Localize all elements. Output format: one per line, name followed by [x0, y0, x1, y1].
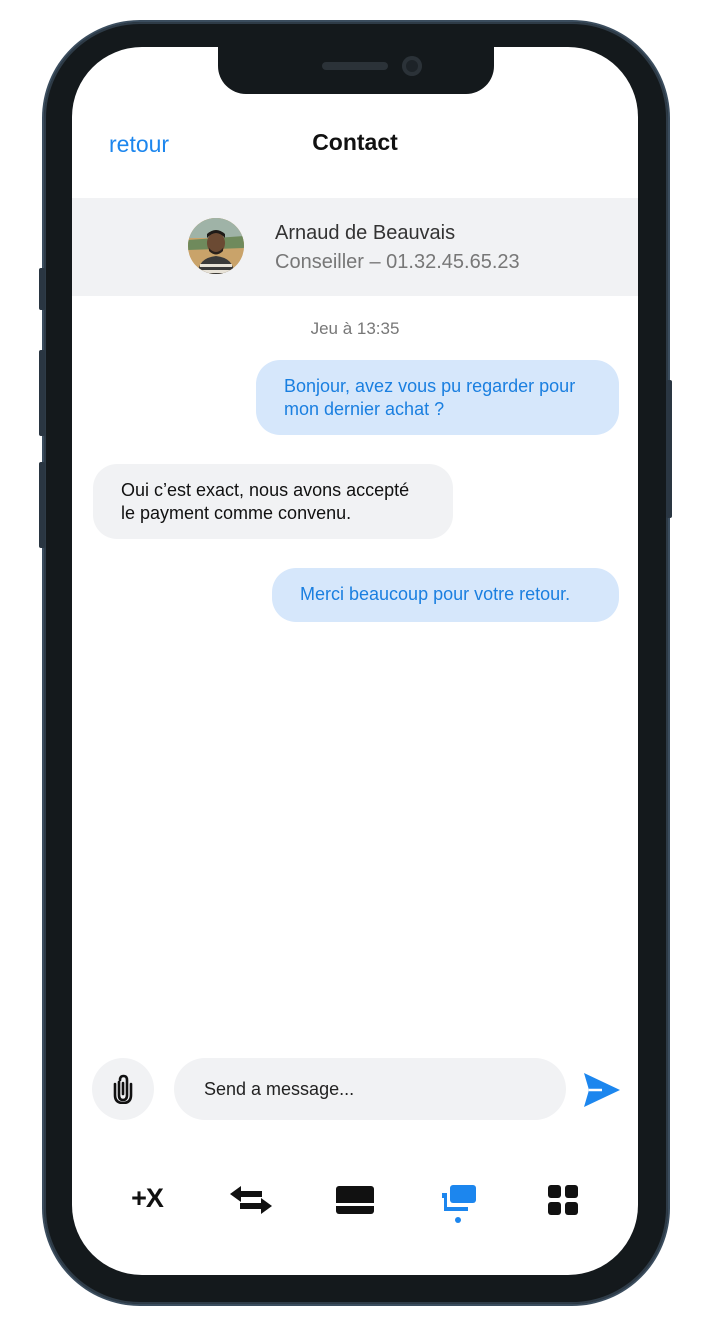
- active-tab-indicator: [455, 1217, 461, 1223]
- avatar: [188, 218, 244, 274]
- tab-messages[interactable]: [429, 1177, 489, 1233]
- mute-switch: [39, 268, 45, 310]
- message-bubble-incoming: Oui c’est exact, nous avons accepté le p…: [93, 464, 453, 539]
- message-line: Oui c’est exact, nous avons accepté: [121, 480, 410, 500]
- message-bubble-outgoing: Bonjour, avez vous pu regarder pour mon …: [256, 360, 619, 435]
- message-line: mon dernier achat ?: [284, 399, 445, 419]
- contact-role-phone: Conseiller – 01.32.45.65.23: [275, 251, 520, 273]
- paperclip-icon: [113, 1074, 133, 1104]
- message-input[interactable]: [174, 1058, 566, 1120]
- chat-cart-icon: [442, 1185, 476, 1211]
- notch: [218, 47, 494, 94]
- contact-card[interactable]: Arnaud de Beauvais Conseiller – 01.32.45…: [72, 198, 638, 296]
- send-button[interactable]: [582, 1071, 622, 1109]
- message-bubble-outgoing: Merci beaucoup pour votre retour.: [272, 568, 619, 622]
- message-line: Bonjour, avez vous pu regarder pour: [284, 376, 576, 396]
- send-icon: [584, 1073, 620, 1107]
- tab-bar: +X: [72, 1177, 638, 1237]
- attach-button[interactable]: [92, 1058, 154, 1120]
- contact-name: Arnaud de Beauvais: [275, 222, 456, 244]
- message-timestamp: Jeu à 13:35: [310, 319, 400, 338]
- plus-x-icon: +X: [131, 1183, 164, 1213]
- tab-more[interactable]: [533, 1177, 593, 1233]
- message-line: Merci beaucoup pour votre retour.: [300, 584, 571, 604]
- tab-plus-x[interactable]: +X: [117, 1177, 177, 1233]
- front-camera: [402, 56, 422, 76]
- tab-transfers[interactable]: [221, 1177, 281, 1233]
- volume-up-button: [39, 350, 45, 436]
- message-line: le payment comme convenu.: [121, 503, 352, 523]
- screen: retour Contact Arnaud de Beauvais Consei…: [72, 47, 638, 1275]
- power-button: [666, 380, 672, 518]
- speaker: [322, 62, 388, 70]
- card-icon: [336, 1186, 374, 1214]
- volume-down-button: [39, 462, 45, 548]
- transfer-arrows-icon: [230, 1186, 272, 1214]
- tab-cards[interactable]: [325, 1177, 385, 1233]
- grid-icon: [548, 1185, 578, 1215]
- page-title: Contact: [312, 129, 398, 155]
